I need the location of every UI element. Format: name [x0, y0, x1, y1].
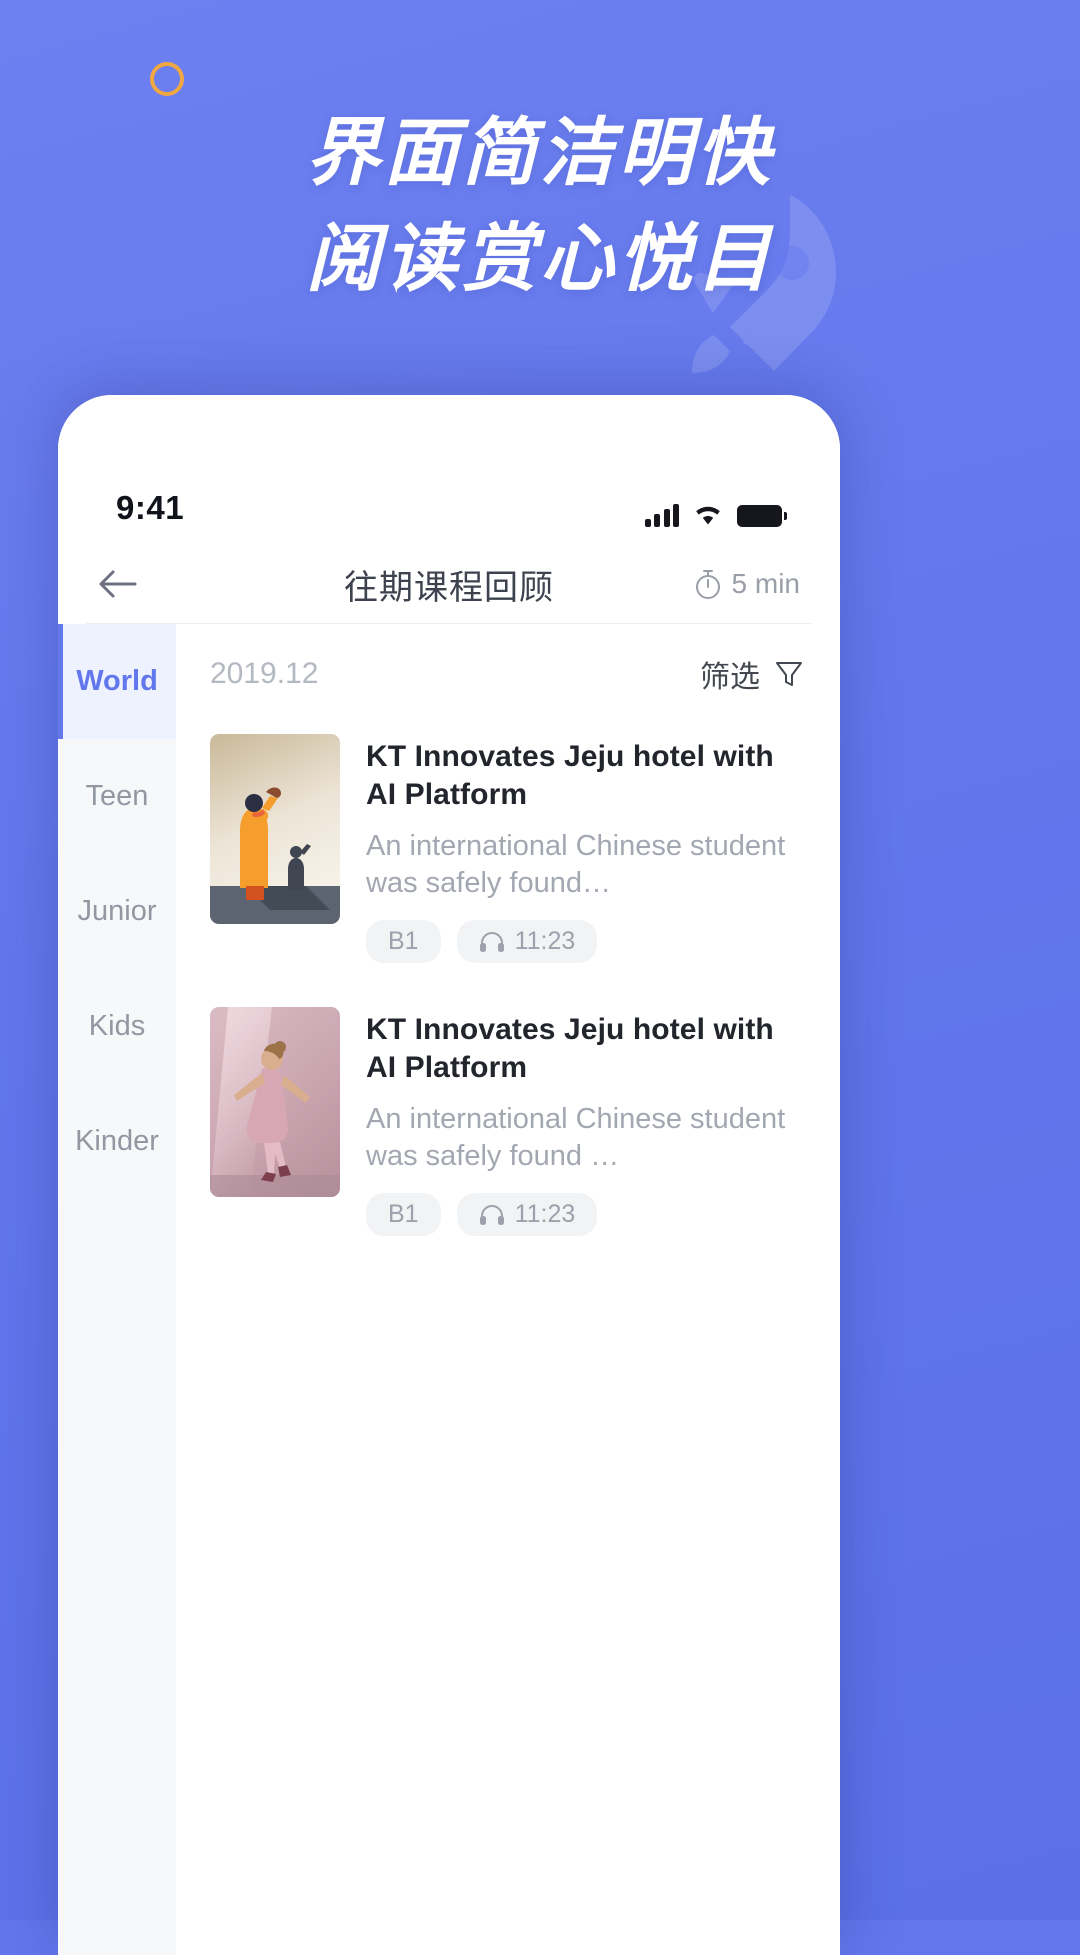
phone-screen: 9:41 往期课程回顾 5 min World Teen Junior Kids… — [58, 395, 840, 1955]
article-title: KT Innovates Jeju hotel with AI Platform — [366, 740, 774, 811]
sidebar-item-junior[interactable]: Junior — [58, 854, 176, 969]
status-icons — [644, 504, 787, 527]
orange-ring-decoration — [150, 62, 184, 96]
battery-full-icon — [737, 504, 787, 527]
article-thumbnail — [210, 734, 340, 924]
sidebar-item-label: Kids — [88, 1010, 146, 1042]
sidebar-item-label: World — [76, 665, 158, 697]
article-title: KT Innovates Jeju hotel with AI Platform — [366, 1013, 774, 1084]
category-sidebar: World Teen Junior Kids Kinder — [58, 624, 176, 1955]
article-description: An international Chinese student was saf… — [366, 1103, 786, 1172]
article-thumbnail — [210, 1007, 340, 1197]
signal-bars-icon — [644, 504, 679, 527]
list-date-label: 2019.12 — [210, 657, 319, 690]
sidebar-item-kinder[interactable]: Kinder — [58, 1084, 176, 1199]
headline-line-2: 阅读赏心悦目 — [306, 217, 774, 300]
article-description: An international Chinese student was saf… — [366, 830, 786, 899]
article-meta: B1 11:23 — [366, 920, 806, 963]
article-details: KT Innovates Jeju hotel with AI Platform… — [366, 734, 806, 963]
headphones-icon — [479, 931, 504, 952]
audio-duration-label: 11:23 — [514, 927, 576, 955]
article-list-item[interactable]: KT Innovates Jeju hotel with AI Platform… — [210, 724, 806, 997]
list-header: 2019.12 筛选 — [210, 624, 806, 724]
lesson-duration-indicator: 5 min — [693, 568, 800, 600]
filter-label: 筛选 — [700, 661, 760, 694]
stopwatch-icon — [695, 570, 720, 599]
status-time: 9:41 — [116, 489, 185, 526]
back-arrow-icon — [99, 570, 137, 598]
funnel-icon — [776, 662, 802, 686]
article-list-pane: 2019.12 筛选 KT Innovates Jeju hotel with … — [176, 624, 840, 1955]
status-bar: 9:41 — [58, 395, 840, 545]
filter-button[interactable]: 筛选 — [700, 652, 806, 696]
article-list-item[interactable]: KT Innovates Jeju hotel with AI Platform… — [210, 997, 806, 1270]
sidebar-item-world[interactable]: World — [58, 624, 176, 739]
nav-bar: 往期课程回顾 5 min — [58, 545, 840, 623]
back-button[interactable] — [90, 556, 146, 612]
sidebar-item-label: Kinder — [75, 1125, 159, 1157]
main-content: World Teen Junior Kids Kinder 2019.12 筛选… — [58, 624, 840, 1955]
sidebar-item-label: Junior — [77, 895, 157, 927]
sidebar-item-kids[interactable]: Kids — [58, 969, 176, 1084]
wifi-icon — [696, 506, 720, 525]
lesson-duration-label: 5 min — [731, 568, 800, 599]
article-details: KT Innovates Jeju hotel with AI Platform… — [366, 1007, 806, 1236]
article-meta: B1 11:23 — [366, 1193, 806, 1236]
level-badge: B1 — [366, 920, 441, 963]
phone-mockup: 9:41 往期课程回顾 5 min World Teen Junior Kids… — [58, 395, 840, 1955]
sidebar-item-teen[interactable]: Teen — [58, 739, 176, 854]
headphones-icon — [479, 1204, 504, 1225]
promo-headline: 界面简洁明快 阅读赏心悦目 — [0, 100, 1080, 312]
headline-line-1: 界面简洁明快 — [306, 111, 774, 194]
sidebar-item-label: Teen — [85, 780, 149, 812]
level-badge: B1 — [366, 1193, 441, 1236]
person-waving-illustration — [210, 734, 340, 924]
audio-duration-badge: 11:23 — [456, 1193, 598, 1236]
audio-duration-label: 11:23 — [514, 1200, 576, 1228]
audio-duration-badge: 11:23 — [456, 920, 598, 963]
dancing-girl-photo — [210, 1007, 340, 1197]
